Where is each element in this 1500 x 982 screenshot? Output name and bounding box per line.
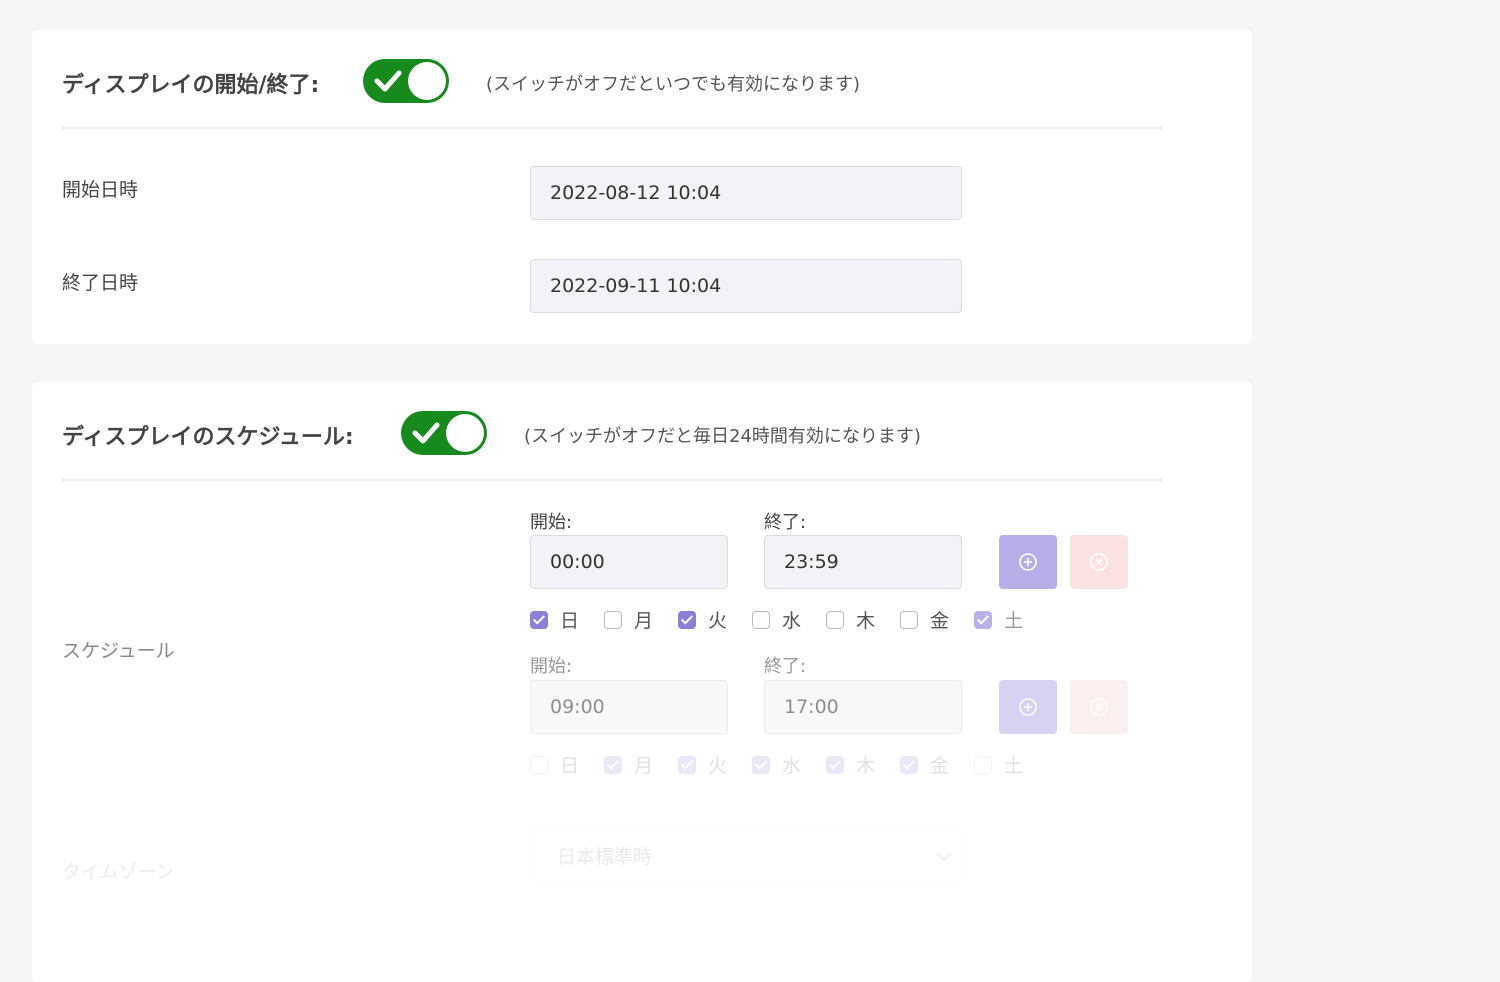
day-checkbox-sat[interactable]: 土 [974, 751, 1023, 778]
checkbox[interactable] [900, 610, 918, 629]
day-checkbox-sun[interactable]: 日 [530, 606, 579, 633]
toggle-knob [446, 414, 484, 452]
divider [62, 479, 1162, 481]
schedule-toggle[interactable] [401, 411, 487, 455]
checkbox[interactable] [752, 610, 770, 629]
add-schedule-button[interactable] [999, 535, 1057, 589]
day-checkbox-sun[interactable]: 日 [530, 751, 579, 778]
end-datetime-input[interactable]: 2022-09-11 10:04 [530, 259, 962, 313]
day-label: 土 [1004, 610, 1024, 632]
display-period-hint: (スイッチがオフだといつでも有効になります) [486, 74, 861, 95]
end-datetime-label: 終了日時 [62, 272, 139, 294]
checkbox[interactable] [678, 610, 696, 629]
day-label: 月 [634, 610, 654, 632]
day-checkbox-mon[interactable]: 月 [604, 751, 653, 778]
day-label: 日 [560, 610, 580, 632]
checkbox[interactable] [678, 755, 696, 774]
checkbox[interactable] [530, 610, 548, 629]
remove-schedule-button[interactable] [1070, 535, 1128, 589]
timezone-label: タイムゾーン [62, 861, 175, 883]
day-checkbox-sat[interactable]: 土 [974, 606, 1023, 633]
checkbox[interactable] [974, 755, 992, 774]
add-schedule-button[interactable] [999, 680, 1057, 734]
day-label: 火 [708, 610, 728, 632]
entry-end-label: 終了: [764, 656, 807, 677]
day-label: 木 [856, 755, 876, 777]
day-checkbox-tue[interactable]: 火 [678, 606, 727, 633]
display-period-card: ディスプレイの開始/終了: (スイッチがオフだといつでも有効になります) 開始日… [32, 30, 1252, 344]
chevron-down-icon [936, 846, 952, 862]
schedule-card: ディスプレイのスケジュール: (スイッチがオフだと毎日24時間有効になります) … [32, 382, 1252, 982]
entry-end-label: 終了: [764, 512, 807, 533]
schedule-hint: (スイッチがオフだと毎日24時間有効になります) [524, 426, 921, 447]
remove-schedule-button[interactable] [1070, 680, 1128, 734]
entry-start-label: 開始: [530, 656, 573, 677]
checkbox[interactable] [826, 755, 844, 774]
day-label: 木 [856, 610, 876, 632]
day-label: 日 [560, 755, 580, 777]
checkbox[interactable] [530, 755, 548, 774]
display-period-title: ディスプレイの開始/終了: [62, 73, 320, 98]
plus-circle-icon [1019, 698, 1037, 716]
checkbox[interactable] [826, 610, 844, 629]
day-checkbox-tue[interactable]: 火 [678, 751, 727, 778]
timezone-value: 日本標準時 [557, 846, 653, 868]
day-checkbox-thu[interactable]: 木 [826, 606, 875, 633]
plus-circle-icon [1019, 553, 1037, 571]
toggle-knob [408, 62, 446, 100]
schedule-title: ディスプレイのスケジュール: [62, 425, 354, 450]
display-period-toggle[interactable] [363, 59, 449, 103]
divider [62, 127, 1162, 129]
day-checkbox-fri[interactable]: 金 [900, 606, 949, 633]
entry-start-time-input[interactable]: 09:00 [530, 680, 728, 734]
day-checkbox-wed[interactable]: 水 [752, 751, 801, 778]
day-label: 土 [1004, 755, 1024, 777]
checkbox[interactable] [604, 755, 622, 774]
checkbox[interactable] [974, 610, 992, 629]
entry-start-label: 開始: [530, 512, 573, 533]
start-datetime-label: 開始日時 [62, 179, 139, 201]
day-checkbox-mon[interactable]: 月 [604, 606, 653, 633]
checkbox[interactable] [900, 755, 918, 774]
day-label: 水 [782, 755, 802, 777]
checkbox[interactable] [604, 610, 622, 629]
close-circle-icon [1090, 698, 1108, 716]
day-checkbox-fri[interactable]: 金 [900, 751, 949, 778]
day-label: 火 [708, 755, 728, 777]
day-label: 金 [930, 755, 950, 777]
day-label: 水 [782, 610, 802, 632]
day-label: 金 [930, 610, 950, 632]
day-label: 月 [634, 755, 654, 777]
checkbox[interactable] [752, 755, 770, 774]
entry-start-time-input[interactable]: 00:00 [530, 535, 728, 589]
schedule-row-label: スケジュール [62, 640, 175, 662]
day-checkbox-thu[interactable]: 木 [826, 751, 875, 778]
check-icon [374, 70, 402, 92]
entry-end-time-input[interactable]: 17:00 [764, 680, 962, 734]
check-icon [412, 422, 440, 444]
timezone-select[interactable]: 日本標準時 [530, 830, 962, 884]
day-checkbox-wed[interactable]: 水 [752, 606, 801, 633]
start-datetime-input[interactable]: 2022-08-12 10:04 [530, 166, 962, 220]
close-circle-icon [1090, 553, 1108, 571]
entry-end-time-input[interactable]: 23:59 [764, 535, 962, 589]
